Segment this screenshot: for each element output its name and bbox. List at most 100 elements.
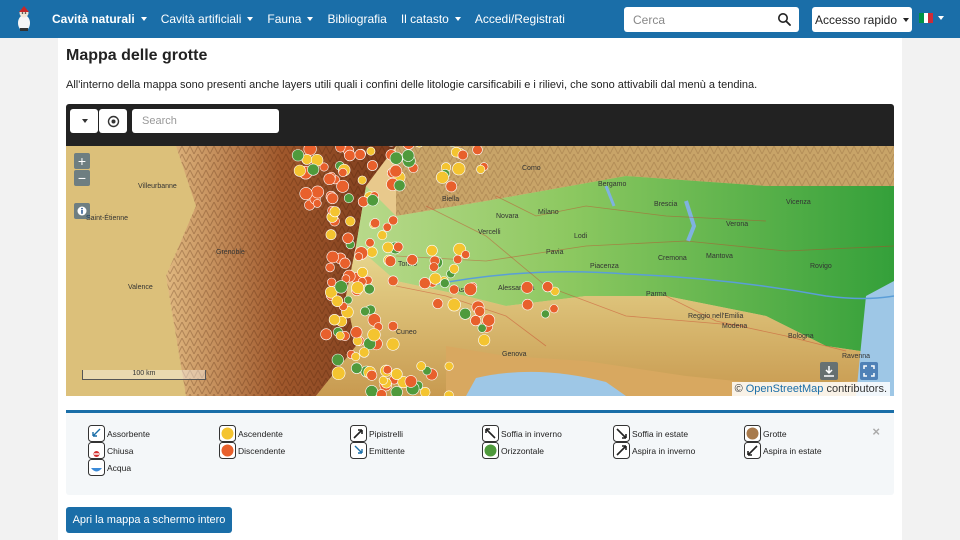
cave-marker[interactable] [406, 254, 418, 266]
nav-item-cavita-artificiali[interactable]: Cavità artificiali [161, 12, 254, 26]
cave-marker[interactable] [331, 295, 344, 307]
search-icon[interactable] [777, 12, 791, 26]
cave-marker[interactable] [339, 257, 351, 269]
cave-marker[interactable] [549, 304, 559, 314]
cave-marker[interactable] [357, 175, 367, 185]
site-search-input[interactable] [624, 8, 769, 31]
cave-marker[interactable] [331, 353, 344, 366]
language-selector[interactable] [919, 13, 944, 23]
cave-marker[interactable] [439, 278, 450, 288]
cave-marker[interactable] [351, 352, 361, 362]
cave-marker[interactable] [351, 362, 363, 374]
cave-marker[interactable] [404, 375, 418, 388]
cave-marker[interactable] [416, 361, 427, 371]
cave-marker[interactable] [390, 386, 403, 396]
cave-marker[interactable] [360, 306, 370, 317]
cave-marker[interactable] [418, 277, 431, 290]
cave-marker[interactable] [320, 328, 333, 341]
close-legend-button[interactable]: × [872, 424, 880, 439]
cave-marker[interactable] [459, 307, 472, 320]
openstreetmap-link[interactable]: OpenStreetMap [746, 383, 824, 395]
cave-marker[interactable] [351, 281, 365, 295]
cave-marker[interactable] [354, 252, 364, 261]
nav-item-bibliografia[interactable]: Bibliografia [327, 12, 386, 26]
cave-marker[interactable] [367, 328, 381, 342]
cave-marker[interactable] [432, 298, 444, 309]
cave-map[interactable]: Villeurbanne Saint-Étienne Grenoble Vale… [66, 146, 894, 396]
cave-marker[interactable] [478, 334, 491, 347]
cave-marker[interactable] [366, 194, 379, 207]
cave-marker[interactable] [345, 216, 356, 227]
cave-marker[interactable] [382, 222, 392, 232]
open-fullscreen-map-button[interactable]: Apri la mappa a schermo intero [66, 507, 232, 533]
cave-marker[interactable] [452, 162, 466, 176]
cave-marker[interactable] [327, 277, 337, 287]
map-search-input[interactable] [132, 109, 279, 133]
info-button[interactable] [74, 203, 90, 219]
cave-marker[interactable] [386, 337, 400, 351]
nav-item-cavita-naturali[interactable]: Cavità naturali [52, 12, 147, 26]
cave-marker[interactable] [323, 172, 336, 185]
cave-marker[interactable] [402, 149, 415, 162]
cave-marker[interactable] [457, 149, 468, 161]
cave-marker[interactable] [474, 305, 486, 317]
cave-marker[interactable] [326, 250, 339, 264]
cave-marker[interactable] [359, 347, 370, 358]
cave-marker[interactable] [331, 366, 346, 380]
cave-marker[interactable] [357, 267, 368, 278]
nav-item-il-catasto[interactable]: Il catasto [401, 12, 461, 26]
cave-marker[interactable] [388, 215, 399, 226]
cave-marker[interactable] [366, 246, 378, 258]
cave-marker[interactable] [365, 385, 378, 396]
cave-marker[interactable] [382, 365, 393, 375]
cave-marker[interactable] [343, 193, 354, 204]
download-button[interactable] [820, 362, 838, 380]
logo-icon[interactable] [14, 6, 34, 32]
cave-marker[interactable] [449, 263, 460, 274]
cave-marker[interactable] [420, 387, 431, 396]
cave-marker[interactable] [354, 149, 366, 160]
cave-marker[interactable] [470, 315, 482, 327]
cave-marker[interactable] [311, 185, 324, 199]
cave-marker[interactable] [336, 179, 350, 193]
cave-marker[interactable] [387, 275, 399, 287]
cave-marker[interactable] [328, 314, 341, 326]
cave-marker[interactable] [482, 313, 496, 327]
layers-dropdown-button[interactable] [70, 109, 98, 133]
cave-marker[interactable] [365, 238, 375, 248]
cave-marker[interactable] [325, 229, 337, 241]
cave-marker[interactable] [364, 283, 375, 295]
cave-marker[interactable] [387, 321, 399, 332]
cave-marker[interactable] [344, 149, 356, 162]
cave-marker[interactable] [293, 164, 306, 177]
cave-marker[interactable] [366, 160, 378, 171]
cave-marker[interactable] [521, 281, 534, 294]
cave-marker[interactable] [463, 282, 478, 296]
cave-marker[interactable] [389, 151, 403, 165]
cave-marker[interactable] [461, 250, 470, 259]
cave-marker[interactable] [350, 326, 363, 339]
cave-marker[interactable] [390, 368, 403, 380]
cave-marker[interactable] [313, 199, 322, 208]
cave-marker[interactable] [329, 206, 341, 218]
cave-marker[interactable] [472, 146, 483, 156]
cave-marker[interactable] [366, 146, 376, 156]
quick-access-dropdown[interactable]: Accesso rapido [812, 7, 912, 32]
cave-marker[interactable] [334, 280, 348, 294]
cave-marker[interactable] [325, 262, 335, 273]
cave-marker[interactable] [384, 255, 397, 267]
cave-marker[interactable] [335, 331, 345, 341]
cave-marker[interactable] [382, 241, 394, 254]
cave-marker[interactable] [429, 272, 442, 285]
cave-marker[interactable] [447, 298, 461, 312]
cave-marker[interactable] [370, 218, 381, 229]
cave-marker[interactable] [540, 309, 550, 319]
nav-item-fauna[interactable]: Fauna [267, 12, 314, 26]
cave-marker[interactable] [444, 361, 454, 371]
zoom-out-button[interactable]: − [74, 170, 90, 186]
cave-marker[interactable] [291, 149, 305, 162]
cave-marker[interactable] [307, 163, 320, 176]
cave-marker[interactable] [445, 180, 458, 193]
cave-marker[interactable] [453, 254, 463, 264]
cave-marker[interactable] [299, 187, 313, 201]
